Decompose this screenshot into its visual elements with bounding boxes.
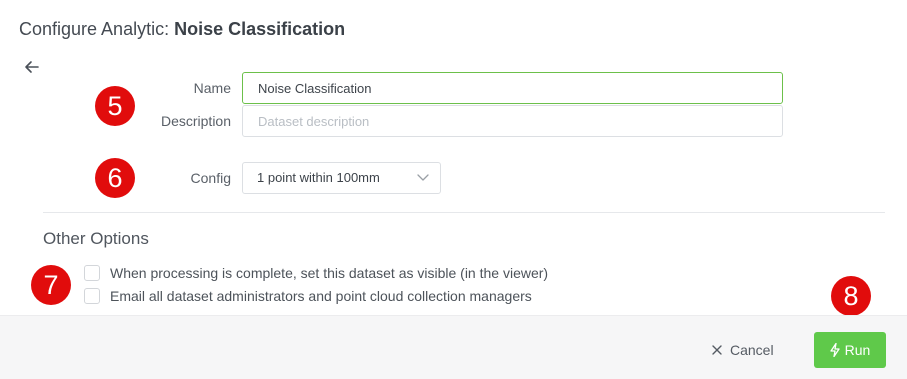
set-visible-label: When processing is complete, set this da… xyxy=(110,265,549,281)
page-title-prefix: Configure Analytic: xyxy=(19,19,175,39)
set-visible-checkbox[interactable] xyxy=(84,265,100,281)
cancel-label: Cancel xyxy=(730,342,774,358)
chevron-down-icon xyxy=(417,174,429,181)
description-label: Description xyxy=(160,113,231,129)
description-input[interactable] xyxy=(242,105,783,137)
cancel-button[interactable]: Cancel xyxy=(712,333,774,367)
name-label: Name xyxy=(193,80,231,96)
config-select[interactable]: 1 point within 100mm xyxy=(242,162,441,194)
config-label: Config xyxy=(190,170,231,186)
name-input[interactable] xyxy=(242,72,783,104)
email-admins-checkbox[interactable] xyxy=(84,288,100,304)
config-select-value: 1 point within 100mm xyxy=(257,170,380,185)
arrow-left-icon xyxy=(25,61,39,73)
step-marker-7: 7 xyxy=(31,265,71,305)
page-title-analytic-name: Noise Classification xyxy=(174,19,346,39)
email-admins-label: Email all dataset administrators and poi… xyxy=(110,288,532,304)
other-options-heading: Other Options xyxy=(43,229,149,248)
run-label: Run xyxy=(844,342,871,358)
section-divider xyxy=(43,212,885,213)
back-button[interactable] xyxy=(22,57,42,77)
option-row-email-admins[interactable]: Email all dataset administrators and poi… xyxy=(84,287,532,305)
run-button[interactable]: Run xyxy=(814,332,886,368)
step-marker-8: 8 xyxy=(831,276,871,316)
step-marker-6: 6 xyxy=(95,158,135,198)
bolt-icon xyxy=(830,343,840,357)
step-marker-5: 5 xyxy=(95,86,135,126)
close-icon xyxy=(712,345,722,355)
page-title: Configure Analytic: Noise Classification xyxy=(19,19,345,40)
option-row-set-visible[interactable]: When processing is complete, set this da… xyxy=(84,264,548,282)
